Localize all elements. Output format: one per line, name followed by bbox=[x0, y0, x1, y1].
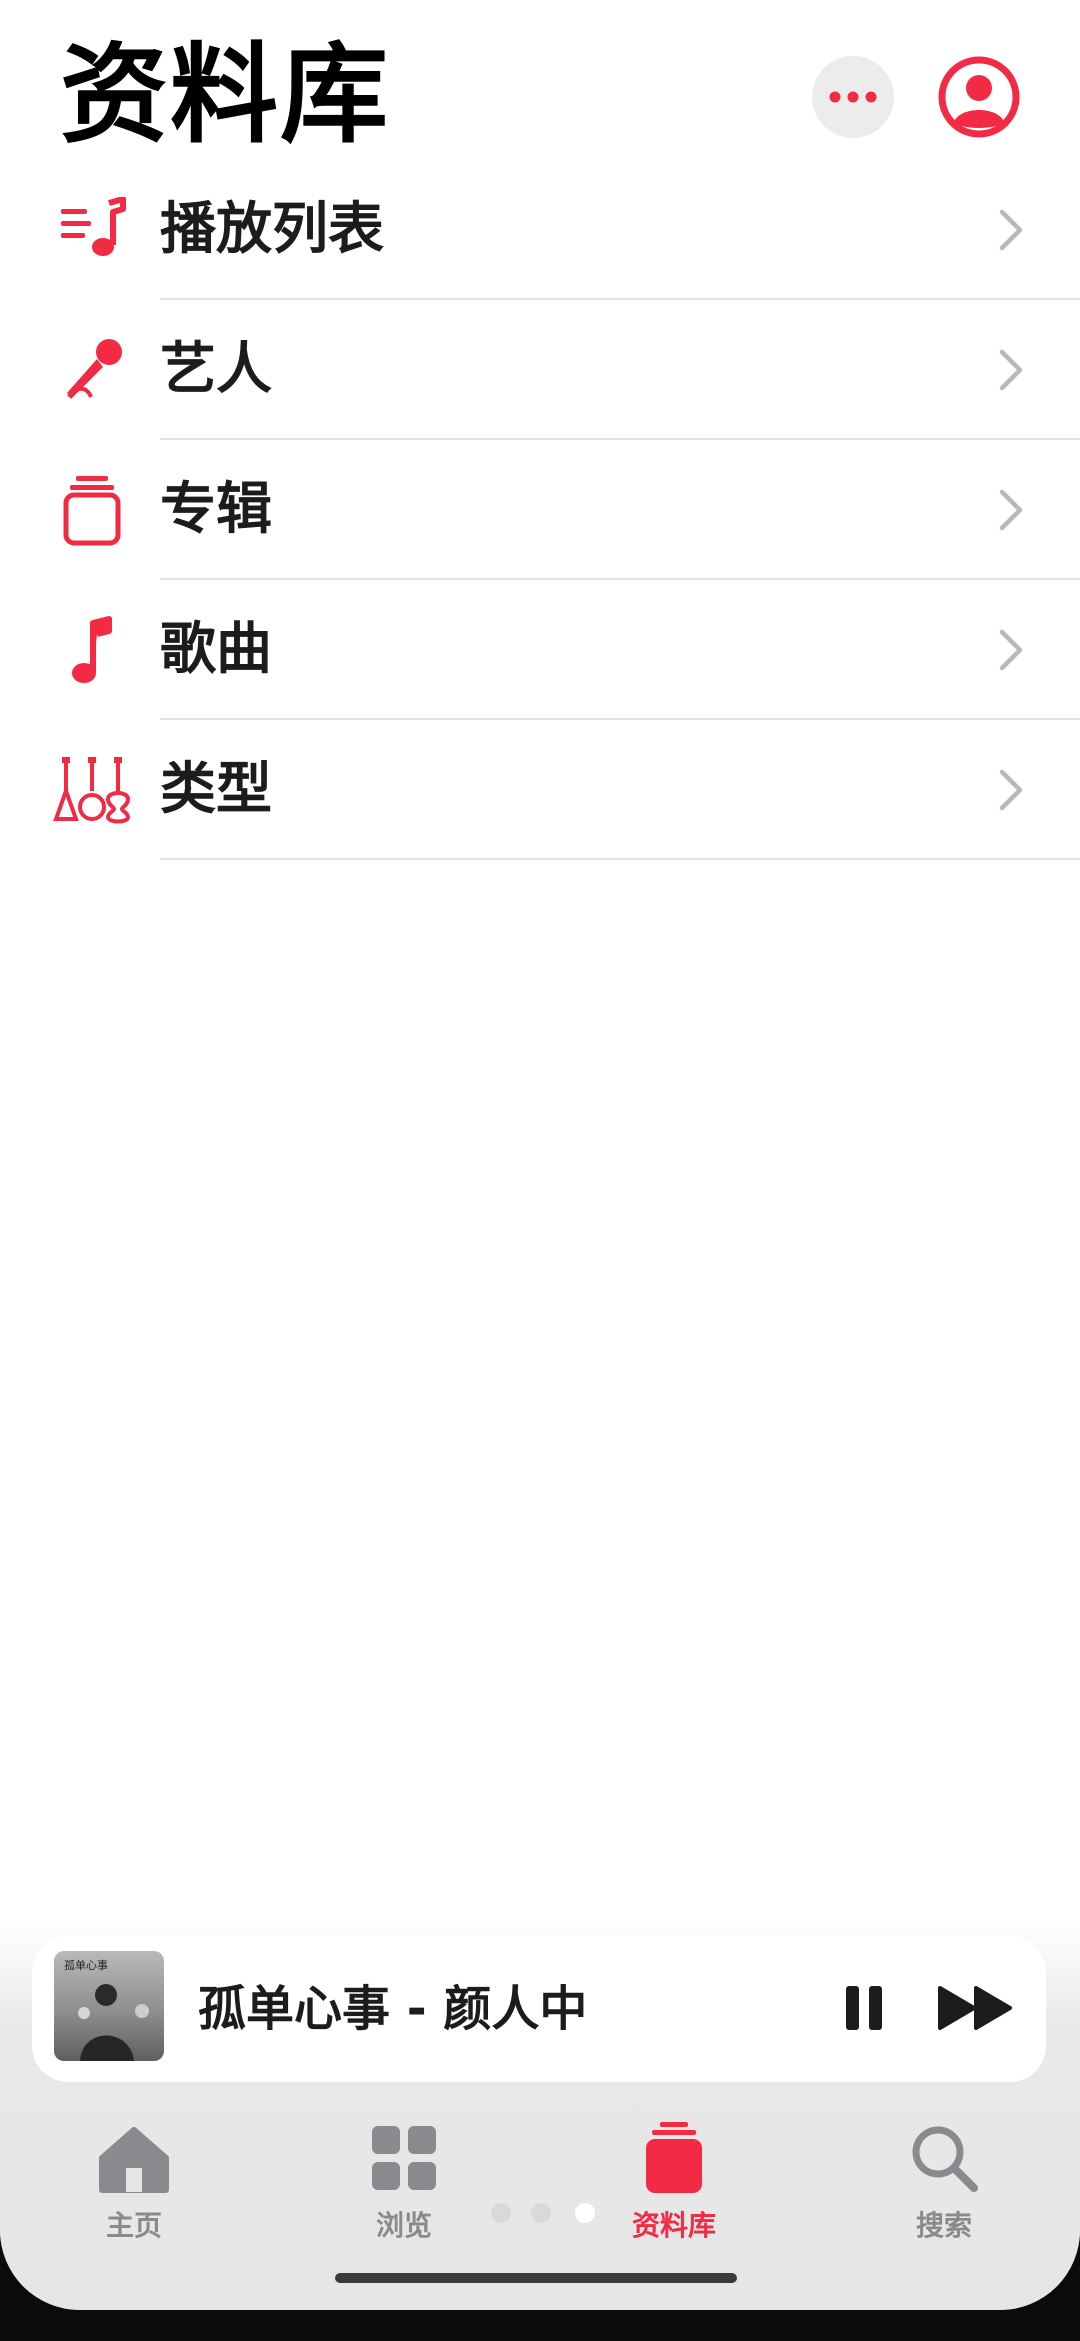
library-item-label: 艺人 bbox=[160, 337, 272, 402]
library-item-songs[interactable]: 歌曲 bbox=[0, 580, 1080, 720]
account-button[interactable] bbox=[938, 56, 1020, 138]
library-item-genres[interactable]: 类型 bbox=[0, 720, 1080, 860]
playlist-icon bbox=[52, 190, 132, 270]
library-item-label: 专辑 bbox=[160, 477, 272, 542]
tab-bar: 主页 浏览 资料库 搜索 bbox=[0, 2110, 1080, 2260]
magnifier-icon bbox=[912, 2126, 978, 2192]
library-item-artists[interactable]: 艺人 bbox=[0, 300, 1080, 440]
house-icon bbox=[99, 2127, 169, 2193]
album-stack-icon bbox=[52, 470, 132, 550]
page-title: 资料库 bbox=[60, 33, 391, 158]
mini-player[interactable]: 孤单心事 孤单心事 - 颜人中 bbox=[32, 1936, 1046, 2082]
page-indicator-dots bbox=[491, 2203, 595, 2223]
tab-label: 主页 bbox=[105, 2209, 162, 2242]
chevron-right-icon bbox=[999, 769, 1023, 811]
album-artwork: 孤单心事 bbox=[54, 1951, 164, 2061]
now-playing-title: 孤单心事 - 颜人中 bbox=[198, 1981, 588, 2037]
music-note-icon bbox=[52, 610, 132, 690]
chevron-right-icon bbox=[999, 489, 1023, 531]
more-button[interactable] bbox=[812, 56, 894, 138]
tab-search[interactable]: 搜索 bbox=[854, 2110, 1034, 2260]
library-item-label: 类型 bbox=[160, 757, 272, 822]
tab-browse[interactable]: 浏览 bbox=[314, 2110, 494, 2260]
forward-icon[interactable] bbox=[932, 1976, 1020, 2040]
library-icon bbox=[646, 2122, 702, 2193]
library-item-playlists[interactable]: 播放列表 bbox=[0, 160, 1080, 300]
grid-icon bbox=[372, 2126, 436, 2190]
pause-icon[interactable] bbox=[832, 1976, 896, 2040]
tab-label: 资料库 bbox=[631, 2209, 716, 2242]
library-item-label: 播放列表 bbox=[160, 197, 384, 262]
library-screen: 资料库 播放列表 艺人 专辑 歌曲 类型 孤单心事 孤单心事 - 颜人中 主页 … bbox=[0, 0, 1080, 2310]
tab-home[interactable]: 主页 bbox=[44, 2110, 224, 2260]
microphone-icon bbox=[52, 330, 132, 410]
home-indicator[interactable] bbox=[335, 2273, 737, 2283]
person-circle-icon bbox=[938, 56, 1020, 138]
library-item-label: 歌曲 bbox=[160, 617, 272, 682]
ellipsis-icon bbox=[829, 91, 877, 103]
guitars-icon bbox=[52, 750, 132, 830]
chevron-right-icon bbox=[999, 629, 1023, 671]
library-item-albums[interactable]: 专辑 bbox=[0, 440, 1080, 580]
tab-library[interactable]: 资料库 bbox=[584, 2110, 764, 2260]
chevron-right-icon bbox=[999, 349, 1023, 391]
tab-label: 浏览 bbox=[375, 2209, 432, 2242]
tab-label: 搜索 bbox=[915, 2209, 972, 2242]
divider bbox=[160, 858, 1080, 860]
chevron-right-icon bbox=[999, 209, 1023, 251]
library-list: 播放列表 艺人 专辑 歌曲 类型 bbox=[0, 160, 1080, 860]
